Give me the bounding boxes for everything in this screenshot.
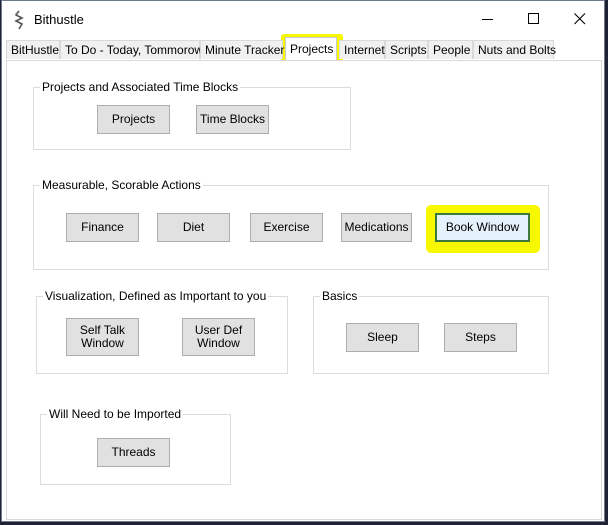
- tab-minute-tracker[interactable]: Minute Tracker: [200, 40, 284, 59]
- group-visualization-label: Visualization, Defined as Important to y…: [43, 289, 269, 303]
- tab-projects[interactable]: Projects: [285, 37, 337, 60]
- tab-todo[interactable]: To Do - Today, Tommorow: [60, 40, 203, 59]
- tab-strip: BitHustle To Do - Today, Tommorow Minute…: [6, 37, 606, 60]
- steps-button[interactable]: Steps: [444, 323, 517, 352]
- tab-nuts-and-bolts[interactable]: Nuts and Bolts: [473, 40, 556, 59]
- close-button[interactable]: [558, 7, 604, 33]
- projects-button[interactable]: Projects: [97, 105, 170, 134]
- maximize-button[interactable]: [512, 7, 558, 33]
- tab-internet[interactable]: Internet: [339, 40, 385, 59]
- threads-button[interactable]: Threads: [97, 438, 170, 467]
- tab-scripts[interactable]: Scripts: [385, 40, 428, 59]
- time-blocks-button[interactable]: Time Blocks: [196, 105, 269, 134]
- app-icon: [14, 10, 24, 30]
- minimize-icon: [482, 19, 493, 20]
- diet-button[interactable]: Diet: [157, 213, 230, 242]
- group-projects-label: Projects and Associated Time Blocks: [40, 80, 241, 94]
- self-talk-window-button[interactable]: Self Talk Window: [66, 318, 139, 356]
- book-window-button[interactable]: Book Window: [435, 213, 530, 242]
- tab-bithustle[interactable]: BitHustle: [6, 40, 60, 59]
- finance-button[interactable]: Finance: [66, 213, 139, 242]
- maximize-icon: [528, 13, 539, 24]
- group-imported-label: Will Need to be Imported: [47, 407, 184, 421]
- window-title: Bithustle: [34, 12, 84, 27]
- user-def-window-button[interactable]: User Def Window: [182, 318, 255, 356]
- close-icon: [574, 13, 586, 25]
- group-basics-label: Basics: [320, 289, 360, 303]
- medications-button[interactable]: Medications: [341, 213, 412, 242]
- exercise-button[interactable]: Exercise: [250, 213, 323, 242]
- minimize-button[interactable]: [466, 7, 512, 33]
- group-projects: Projects and Associated Time Blocks: [33, 80, 351, 150]
- group-measurable-label: Measurable, Scorable Actions: [40, 178, 203, 192]
- sleep-button[interactable]: Sleep: [346, 323, 419, 352]
- tab-people[interactable]: People: [428, 40, 473, 59]
